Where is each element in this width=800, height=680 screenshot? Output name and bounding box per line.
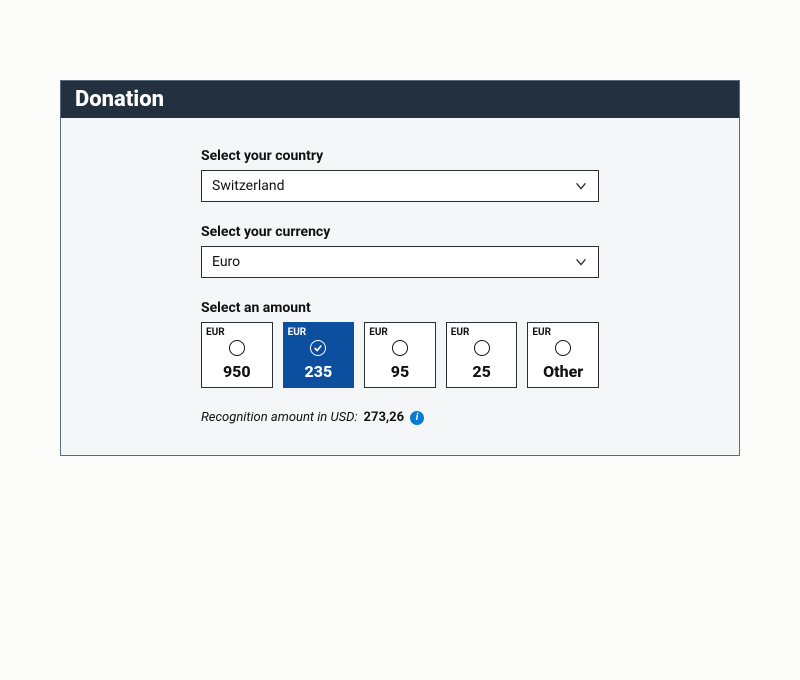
amount-currency-label: EUR [288, 327, 307, 338]
amount-currency-label: EUR [451, 327, 470, 338]
amount-option[interactable]: EUR Other [527, 322, 599, 388]
recognition-value: 273,26 [364, 410, 405, 425]
radio-icon [555, 340, 571, 356]
country-label: Select your country [201, 148, 599, 164]
radio-icon [229, 340, 245, 356]
recognition-label: Recognition amount in USD: [201, 410, 358, 425]
currency-select[interactable]: Euro [201, 246, 599, 278]
info-icon[interactable]: i [410, 411, 424, 425]
currency-label: Select your currency [201, 224, 599, 240]
amount-value: 95 [391, 362, 409, 381]
amount-value: Other [543, 362, 583, 381]
amount-option[interactable]: EUR 95 [364, 322, 436, 388]
donation-panel: Donation Select your country Switzerland… [60, 80, 740, 456]
amount-options: EUR 950 EUR 235 EUR 95 EUR 25 EUR Other [201, 322, 599, 388]
recognition-row: Recognition amount in USD: 273,26 i [201, 410, 599, 425]
amount-option[interactable]: EUR 950 [201, 322, 273, 388]
radio-checked-icon [310, 340, 326, 356]
amount-value: 950 [223, 362, 251, 381]
amount-option[interactable]: EUR 235 [283, 322, 355, 388]
radio-icon [392, 340, 408, 356]
chevron-down-icon [574, 179, 588, 193]
amount-currency-label: EUR [369, 327, 388, 338]
country-value: Switzerland [212, 178, 284, 194]
amount-currency-label: EUR [532, 327, 551, 338]
chevron-down-icon [574, 255, 588, 269]
currency-value: Euro [212, 254, 240, 270]
amount-value: 25 [472, 362, 490, 381]
country-select[interactable]: Switzerland [201, 170, 599, 202]
amount-label: Select an amount [201, 300, 599, 316]
panel-body: Select your country Switzerland Select y… [61, 118, 739, 455]
amount-option[interactable]: EUR 25 [446, 322, 518, 388]
radio-icon [474, 340, 490, 356]
amount-currency-label: EUR [206, 327, 225, 338]
amount-value: 235 [305, 362, 333, 381]
panel-title: Donation [61, 81, 739, 118]
